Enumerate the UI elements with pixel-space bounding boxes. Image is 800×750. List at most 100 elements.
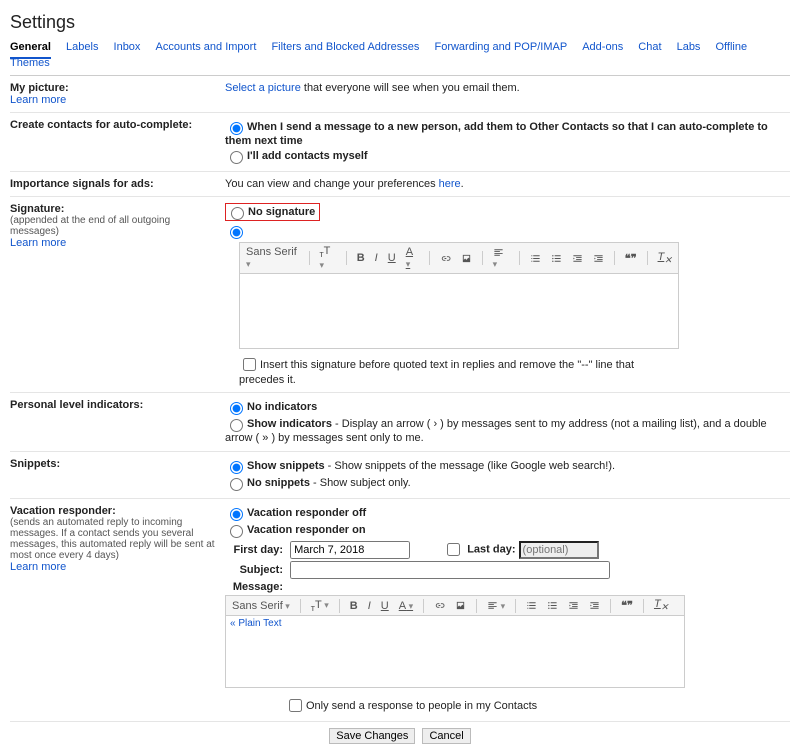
show-snippets-bold: Show snippets (247, 460, 325, 472)
plain-text-link[interactable]: « Plain Text (226, 616, 286, 631)
no-indicators-radio[interactable]: No indicators (225, 399, 790, 415)
vac-numbered-list-button[interactable] (524, 600, 539, 612)
first-day-label: First day: (225, 544, 287, 556)
vac-font-family-dropdown[interactable]: Sans Serif (230, 600, 292, 612)
tab-inbox[interactable]: Inbox (114, 41, 141, 57)
snippets-label: Snippets: (10, 458, 215, 470)
use-signature-radio[interactable] (225, 223, 247, 239)
numbered-list-button[interactable] (528, 252, 543, 264)
no-signature-radio[interactable]: No signature (226, 204, 315, 220)
select-picture-link[interactable]: Select a picture (225, 82, 301, 94)
settings-tabs: General Labels Inbox Accounts and Import… (10, 41, 790, 76)
tab-offline[interactable]: Offline (716, 41, 748, 57)
tab-themes[interactable]: Themes (10, 57, 50, 73)
underline-button[interactable]: U (386, 252, 398, 264)
subject-input[interactable] (290, 561, 610, 579)
align-button[interactable] (491, 246, 511, 270)
no-indicators-text: No indicators (247, 401, 317, 413)
text-color-button[interactable]: A (404, 246, 421, 270)
subject-label: Subject: (225, 564, 287, 576)
indent-less-button[interactable] (570, 252, 585, 264)
contacts-auto-radio[interactable]: When I send a message to a new person, a… (225, 119, 790, 147)
save-changes-button[interactable]: Save Changes (329, 728, 415, 744)
vac-align-button[interactable] (485, 600, 507, 612)
signature-editor[interactable] (239, 274, 679, 349)
signature-toolbar: Sans Serif тT B I U A (239, 242, 679, 274)
signature-learn-more[interactable]: Learn more (10, 237, 66, 249)
tab-labs[interactable]: Labs (677, 41, 701, 57)
cancel-button[interactable]: Cancel (422, 728, 470, 744)
ads-label: Importance signals for ads: (10, 178, 215, 190)
vac-image-button[interactable] (453, 600, 468, 612)
tab-addons[interactable]: Add-ons (582, 41, 623, 57)
page-title: Settings (10, 12, 790, 33)
tab-labels[interactable]: Labels (66, 41, 98, 57)
no-snippets-text: - Show subject only. (310, 477, 411, 489)
indicators-label: Personal level indicators: (10, 399, 215, 411)
my-picture-learn-more[interactable]: Learn more (10, 94, 66, 106)
font-family-dropdown[interactable]: Sans Serif (244, 246, 301, 270)
signature-label: Signature: (10, 203, 215, 215)
last-day-label: Last day: (467, 544, 515, 556)
remove-formatting-button[interactable]: T✕ (656, 251, 674, 266)
vac-link-button[interactable] (432, 600, 447, 612)
no-snippets-radio[interactable]: No snippets - Show subject only. (225, 475, 790, 491)
vac-text-color-button[interactable]: A (397, 600, 415, 612)
vac-remove-formatting-button[interactable]: T✕ (652, 598, 670, 613)
ads-here-link[interactable]: here (439, 178, 461, 190)
vacation-off-text: Vacation responder off (247, 507, 366, 519)
italic-button[interactable]: I (373, 252, 380, 264)
vac-indent-less-button[interactable] (566, 600, 581, 612)
vac-bullet-list-button[interactable] (545, 600, 560, 612)
show-indicators-bold: Show indicators (247, 418, 332, 430)
vacation-on-text: Vacation responder on (247, 524, 366, 536)
vacation-learn-more[interactable]: Learn more (10, 561, 66, 573)
image-button[interactable] (459, 252, 474, 264)
no-signature-highlight: No signature (225, 203, 320, 221)
tab-filters[interactable]: Filters and Blocked Addresses (271, 41, 419, 57)
vacation-off-radio[interactable]: Vacation responder off (225, 505, 790, 521)
no-snippets-bold: No snippets (247, 477, 310, 489)
footer: Save Changes Cancel (10, 722, 790, 750)
link-button[interactable] (438, 252, 453, 264)
show-snippets-text: - Show snippets of the message (like Goo… (325, 460, 615, 472)
vac-indent-more-button[interactable] (587, 600, 602, 612)
last-day-input[interactable] (519, 541, 599, 559)
vac-bold-button[interactable]: B (348, 600, 360, 612)
contacts-manual-radio[interactable]: I'll add contacts myself (225, 148, 790, 164)
contacts-only-checkbox[interactable]: Only send a response to people in my Con… (285, 700, 537, 712)
vacation-sub: (sends an automated reply to incoming me… (10, 517, 215, 561)
insert-before-quoted-text: Insert this signature before quoted text… (239, 359, 634, 387)
vac-quote-button[interactable]: ❝❞ (619, 599, 635, 612)
first-day-input[interactable] (290, 541, 410, 559)
contacts-auto-text: When I send a message to a new person, a… (225, 121, 768, 147)
tab-accounts[interactable]: Accounts and Import (156, 41, 257, 57)
my-picture-label: My picture: (10, 82, 215, 94)
tab-chat[interactable]: Chat (638, 41, 661, 57)
insert-before-quoted-checkbox[interactable]: Insert this signature before quoted text… (239, 359, 634, 387)
vacation-editor[interactable]: « Plain Text (225, 616, 685, 688)
vacation-on-radio[interactable]: Vacation responder on (225, 522, 790, 538)
ads-dot: . (461, 178, 464, 190)
select-picture-rest: that everyone will see when you email th… (301, 82, 520, 94)
vac-underline-button[interactable]: U (379, 600, 391, 612)
vacation-toolbar: Sans Serif тT B I U A (225, 595, 685, 616)
bullet-list-button[interactable] (549, 252, 564, 264)
tab-forwarding[interactable]: Forwarding and POP/IMAP (434, 41, 567, 57)
contacts-only-text: Only send a response to people in my Con… (306, 700, 537, 712)
show-indicators-radio[interactable]: Show indicators - Display an arrow ( › )… (225, 416, 790, 444)
bold-button[interactable]: B (355, 252, 367, 264)
last-day-checkbox[interactable] (447, 543, 460, 556)
vac-italic-button[interactable]: I (366, 600, 373, 612)
vacation-label: Vacation responder: (10, 505, 215, 517)
quote-button[interactable]: ❝❞ (623, 252, 639, 265)
show-snippets-radio[interactable]: Show snippets - Show snippets of the mes… (225, 458, 790, 474)
no-signature-text: No signature (248, 206, 315, 218)
signature-sub: (appended at the end of all outgoing mes… (10, 215, 215, 237)
font-size-dropdown[interactable]: тT (317, 245, 337, 271)
vac-font-size-dropdown[interactable]: тT (309, 599, 331, 613)
contacts-manual-text: I'll add contacts myself (247, 150, 368, 162)
indent-more-button[interactable] (591, 252, 606, 264)
ads-text: You can view and change your preferences (225, 178, 439, 190)
message-label: Message: (225, 581, 287, 593)
